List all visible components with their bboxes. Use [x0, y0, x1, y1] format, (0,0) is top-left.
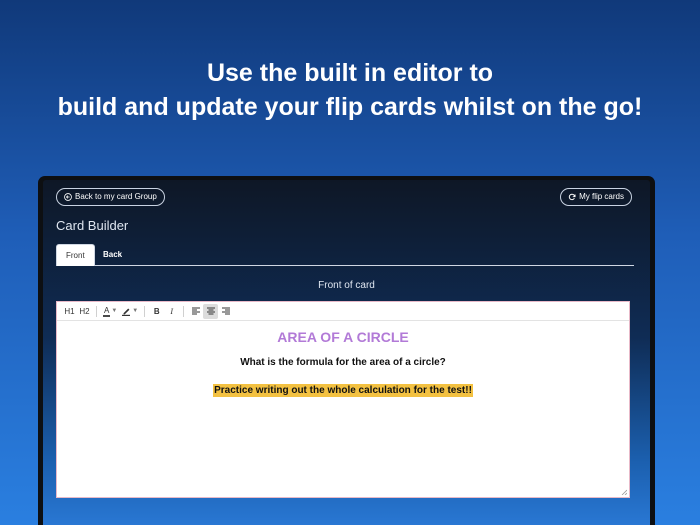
card-side-tabs: Front Back	[56, 244, 634, 266]
align-right-button[interactable]	[218, 304, 233, 319]
back-to-card-group-button[interactable]: Back to my card Group	[56, 188, 165, 206]
promo-headline: Use the built in editor to build and upd…	[0, 56, 700, 124]
back-button-label: Back to my card Group	[75, 192, 157, 201]
section-label: Front of card	[318, 280, 375, 291]
editor-toolbar: H1 H2 A ▼ ▼ B I	[57, 302, 629, 321]
align-right-icon	[221, 307, 230, 315]
editor-content[interactable]: AREA OF A CIRCLE What is the formula for…	[57, 321, 629, 398]
align-center-button[interactable]	[203, 303, 219, 319]
my-flip-cards-label: My flip cards	[579, 192, 624, 201]
arrow-left-icon	[64, 193, 72, 201]
align-center-icon	[206, 307, 215, 315]
align-left-button[interactable]	[188, 304, 203, 319]
tab-front[interactable]: Front	[56, 244, 95, 266]
refresh-icon	[568, 193, 576, 201]
resize-handle-icon[interactable]	[621, 489, 627, 495]
page-title: Card Builder	[56, 218, 129, 233]
tablet-frame: Back to my card Group My flip cards Card…	[38, 176, 655, 525]
card-note-line: Practice writing out the whole calculati…	[57, 380, 629, 398]
card-title-text: AREA OF A CIRCLE	[277, 329, 409, 345]
card-highlighted-note: Practice writing out the whole calculati…	[213, 384, 473, 397]
toolbar-divider	[144, 305, 146, 317]
heading-1-button[interactable]: H1	[62, 304, 77, 319]
rich-text-editor[interactable]: H1 H2 A ▼ ▼ B I AREA OF A CIRCLE What is…	[56, 301, 630, 498]
tab-back[interactable]: Back	[94, 244, 131, 266]
toolbar-divider	[96, 305, 97, 317]
app-screen: Back to my card Group My flip cards Card…	[43, 180, 650, 525]
card-question-text: What is the formula for the area of a ci…	[240, 357, 446, 368]
font-color-button[interactable]: A ▼	[101, 304, 119, 319]
align-left-icon	[191, 307, 200, 315]
highlight-color-button[interactable]: ▼	[119, 304, 140, 319]
headline-line-1: Use the built in editor to	[206, 59, 494, 87]
headline-line-2: build and update your flip cards whilst …	[57, 93, 643, 121]
chevron-down-icon: ▼	[132, 308, 139, 314]
my-flip-cards-button[interactable]: My flip cards	[560, 188, 632, 206]
heading-2-button[interactable]: H2	[77, 304, 92, 319]
bold-button[interactable]: B	[149, 304, 164, 319]
highlighter-icon	[122, 308, 131, 316]
chevron-down-icon: ▼	[111, 308, 118, 314]
font-color-icon: A	[103, 305, 111, 317]
toolbar-divider	[183, 305, 185, 317]
italic-button[interactable]: I	[164, 304, 179, 319]
